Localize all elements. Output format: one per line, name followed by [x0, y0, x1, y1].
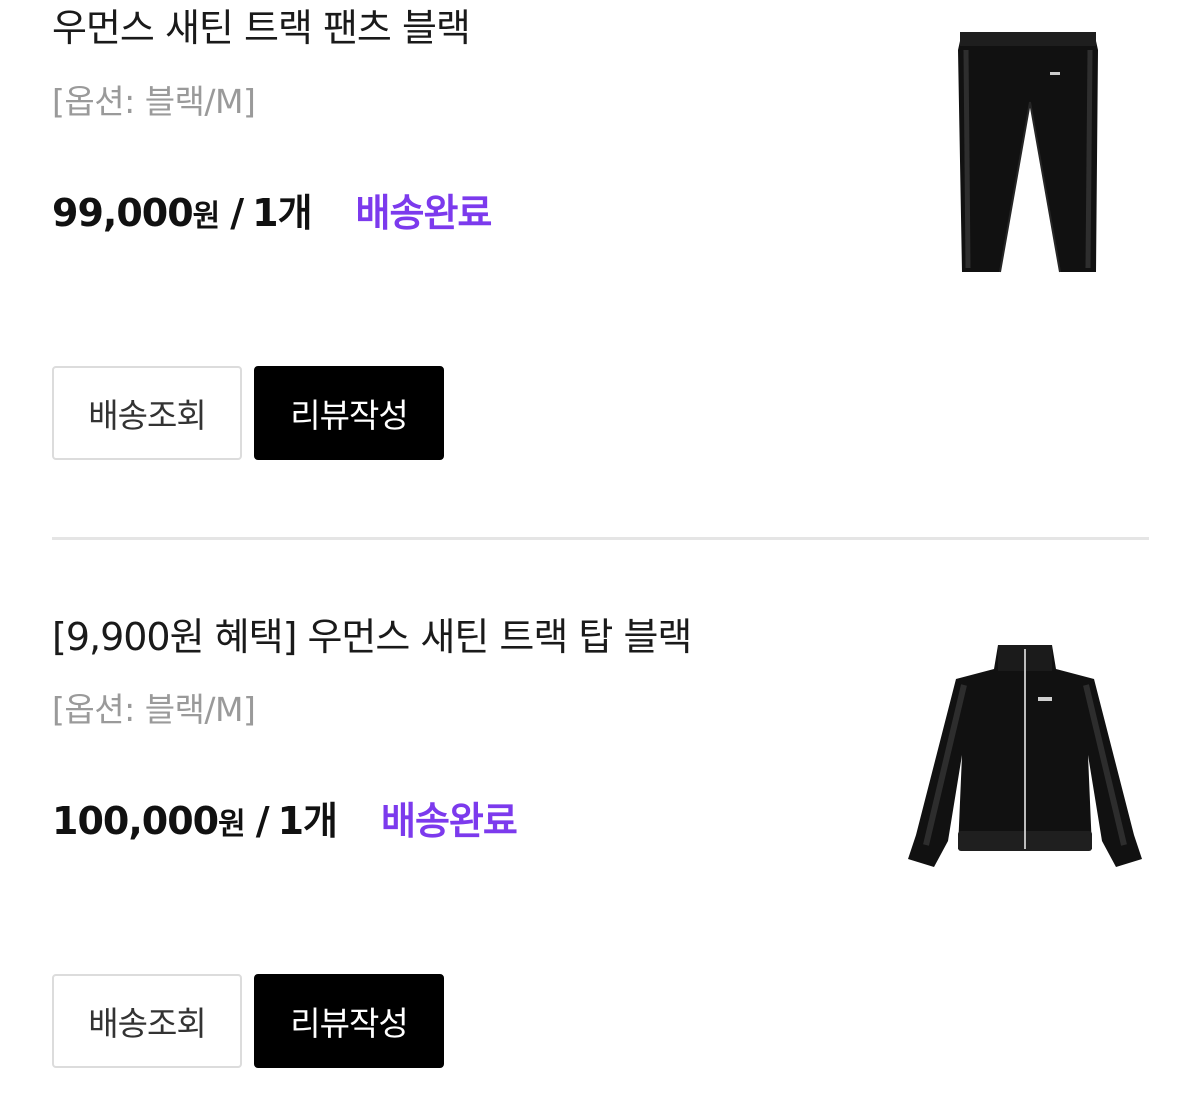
track-jacket-icon: [908, 645, 1142, 867]
product-quantity: 1개: [252, 191, 312, 235]
track-delivery-button[interactable]: 배송조회: [52, 974, 242, 1068]
price-row: 100,000 원 / 1개 배송완료: [52, 799, 518, 843]
currency-unit: 원: [192, 199, 221, 234]
delivery-status: 배송완료: [380, 799, 518, 843]
product-option: [옵션: 블랙/M]: [52, 82, 256, 121]
write-review-button[interactable]: 리뷰작성: [254, 974, 444, 1068]
price-separator: /: [230, 191, 245, 235]
action-buttons: 배송조회 리뷰작성: [52, 974, 444, 1068]
write-review-button[interactable]: 리뷰작성: [254, 366, 444, 460]
track-delivery-button[interactable]: 배송조회: [52, 366, 242, 460]
product-quantity: 1개: [277, 799, 338, 843]
product-price: 99,000: [52, 191, 194, 235]
action-buttons: 배송조회 리뷰작성: [52, 366, 444, 460]
price-separator: /: [255, 799, 270, 843]
black-track-pants-image[interactable]: [900, 10, 1160, 290]
order-item: 우먼스 새틴 트랙 팬츠 블랙 [옵션: 블랙/M] 99,000 원 / 1개…: [0, 0, 1200, 540]
black-track-jacket-image[interactable]: [880, 635, 1170, 885]
product-price: 100,000: [52, 799, 219, 843]
product-title[interactable]: 우먼스 새틴 트랙 팬츠 블랙: [52, 9, 471, 47]
product-option: [옵션: 블랙/M]: [52, 690, 256, 729]
delivery-status: 배송완료: [355, 191, 493, 235]
currency-unit: 원: [218, 807, 246, 842]
product-title[interactable]: [9,900원 혜택] 우먼스 새틴 트랙 탑 블랙: [52, 618, 692, 656]
order-item: [9,900원 혜택] 우먼스 새틴 트랙 탑 블랙 [옵션: 블랙/M] 10…: [0, 540, 1200, 1101]
price-row: 99,000 원 / 1개 배송완료: [52, 191, 493, 235]
track-pants-icon: [958, 32, 1098, 273]
